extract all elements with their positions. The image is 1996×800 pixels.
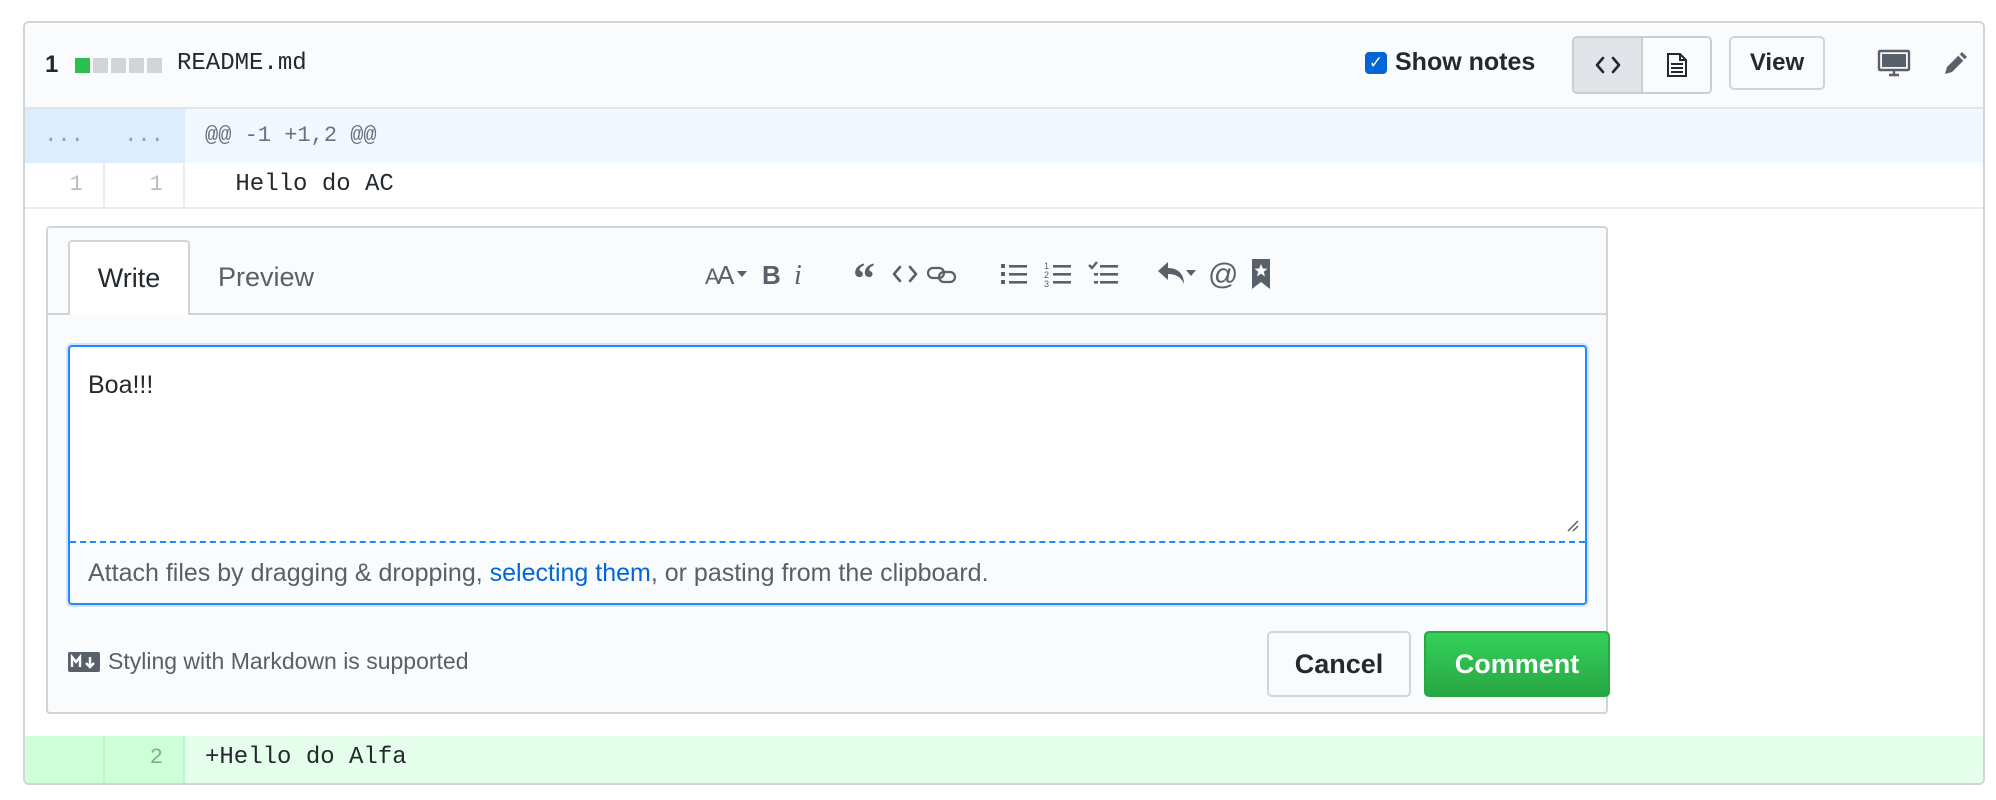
tab-preview[interactable]: Preview — [218, 240, 314, 315]
rich-diff-button[interactable] — [1643, 38, 1710, 92]
unordered-list-icon[interactable] — [1000, 254, 1028, 294]
markdown-hint[interactable]: Styling with Markdown is supported — [68, 648, 469, 675]
markdown-icon — [68, 651, 100, 672]
view-mode-toggle — [1572, 36, 1712, 94]
code-icon[interactable] — [892, 254, 918, 294]
comment-tabs-bar: Write Preview A A B i “ 1 2 3 @ — [48, 228, 1606, 315]
svg-text:3: 3 — [1044, 279, 1049, 288]
line-code: Hello do AC — [221, 171, 394, 198]
file-header: 1 README.md ✓ Show notes View — [25, 23, 1983, 109]
show-notes-checkbox[interactable]: ✓ — [1365, 51, 1387, 74]
markdown-hint-text: Styling with Markdown is supported — [108, 648, 469, 674]
mention-icon[interactable]: @ — [1208, 254, 1238, 294]
pencil-icon[interactable] — [1941, 48, 1971, 83]
old-line-number[interactable]: 1 — [25, 163, 105, 207]
desktop-icon[interactable] — [1877, 48, 1911, 83]
attach-suffix: , or pasting from the clipboard. — [650, 559, 989, 587]
reply-icon[interactable] — [1156, 254, 1198, 294]
view-file-button[interactable]: View — [1729, 36, 1825, 90]
file-attach-dropzone[interactable]: Attach files by dragging & dropping, sel… — [70, 541, 1585, 603]
select-files-link[interactable]: selecting them — [490, 559, 651, 587]
svg-text:“: “ — [853, 259, 875, 289]
diffstat-block-added — [75, 58, 90, 73]
text-size-icon[interactable]: A A — [705, 254, 749, 294]
comment-textarea[interactable]: Boa!!! Attach files by dragging & droppi… — [68, 345, 1587, 605]
task-list-icon[interactable] — [1088, 254, 1120, 294]
svg-text:i: i — [794, 260, 802, 289]
expand-new-line-number[interactable]: ... — [105, 109, 185, 163]
resize-handle-icon[interactable] — [1565, 518, 1579, 537]
ordered-list-icon[interactable]: 1 2 3 — [1044, 254, 1072, 294]
comment-text[interactable]: Boa!!! — [88, 371, 153, 400]
link-icon[interactable] — [926, 254, 958, 294]
attach-prefix: Attach files by dragging & dropping, — [88, 559, 490, 587]
svg-text:B: B — [762, 260, 781, 289]
line-code: +Hello do Alfa — [205, 744, 407, 771]
file-text-icon — [1666, 53, 1687, 77]
italic-icon[interactable]: i — [793, 254, 807, 294]
diffstat — [75, 58, 162, 73]
svg-text:@: @ — [1208, 259, 1238, 289]
changes-count: 1 — [45, 51, 59, 78]
svg-text:A: A — [717, 260, 735, 289]
file-diff: 1 README.md ✓ Show notes View ... ... @@… — [23, 21, 1985, 785]
show-notes-label: Show notes — [1395, 48, 1536, 76]
bold-icon[interactable]: B — [761, 254, 781, 294]
new-line-number[interactable]: 1 — [105, 163, 185, 207]
diffstat-block-neutral — [129, 58, 144, 73]
bookmark-icon[interactable] — [1250, 254, 1272, 294]
comment-button[interactable]: Comment — [1424, 631, 1610, 697]
inline-comment-form: Write Preview A A B i “ 1 2 3 @ Boa!!! A… — [46, 226, 1610, 714]
hunk-header-row: ... ... @@ -1 +1,2 @@ — [25, 109, 1983, 163]
new-line-number[interactable]: 2 — [105, 736, 185, 783]
cancel-button[interactable]: Cancel — [1267, 631, 1411, 697]
added-line-row: 2 +Hello do Alfa — [25, 736, 1983, 783]
diffstat-block-neutral — [147, 58, 162, 73]
expand-old-line-number[interactable]: ... — [25, 109, 105, 163]
tab-write[interactable]: Write — [68, 240, 190, 315]
quote-icon[interactable]: “ — [853, 254, 879, 294]
old-line-number[interactable] — [25, 736, 105, 783]
context-line-row: 1 1 Hello do AC — [25, 163, 1983, 209]
file-name-link[interactable]: README.md — [177, 50, 307, 77]
code-icon — [1595, 56, 1620, 74]
hunk-header-text: @@ -1 +1,2 @@ — [205, 123, 377, 148]
diffstat-block-neutral — [111, 58, 126, 73]
show-notes-toggle[interactable]: ✓ Show notes — [1365, 48, 1535, 77]
source-diff-button[interactable] — [1574, 38, 1643, 92]
diffstat-block-neutral — [93, 58, 108, 73]
